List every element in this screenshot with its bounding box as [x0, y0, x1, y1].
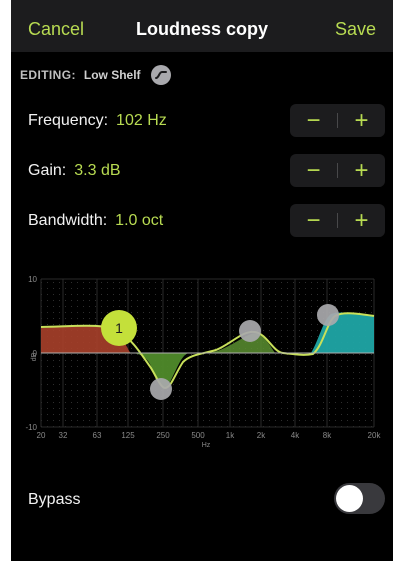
x-tick-label: 125: [121, 431, 135, 440]
filter-shape-icon[interactable]: [150, 65, 171, 85]
frequency-value: 102 Hz: [116, 112, 167, 129]
gain-stepper: − +: [290, 154, 385, 187]
bandwidth-label: Bandwidth:: [28, 212, 108, 229]
bandwidth-value: 1.0 oct: [115, 212, 164, 229]
x-unit-label: Hz: [202, 442, 211, 449]
band-2-node[interactable]: [150, 378, 172, 400]
frequency-label: Frequency:: [28, 112, 109, 129]
x-tick-label: 32: [59, 431, 68, 440]
frequency-stepper: − +: [290, 104, 385, 137]
x-tick-label: 4k: [291, 431, 300, 440]
eq-graph[interactable]: 10 0 -10 dB 20 32 63 125 250 500 1k 2k 4…: [11, 270, 393, 455]
bypass-row: Bypass: [28, 488, 80, 512]
x-tick-label: 250: [156, 431, 170, 440]
x-tick-label: 20: [37, 431, 46, 440]
navigation-bar: Cancel Loudness copy Save: [11, 0, 393, 52]
band-1-node-label: 1: [115, 320, 123, 336]
x-tick-label: 1k: [226, 431, 235, 440]
gain-row: Gain: 3.3 dB: [28, 159, 121, 183]
app-screen: Cancel Loudness copy Save EDITING: Low S…: [11, 0, 393, 561]
y-tick-label: 10: [28, 275, 37, 284]
x-tick-label: 63: [93, 431, 102, 440]
y-unit-label: dB: [31, 352, 38, 361]
bandwidth-decrement-button[interactable]: −: [290, 204, 337, 237]
gain-value: 3.3 dB: [74, 162, 121, 179]
frequency-decrement-button[interactable]: −: [290, 104, 337, 137]
x-tick-label: 2k: [257, 431, 266, 440]
gain-label: Gain:: [28, 162, 67, 179]
editing-label: EDITING:: [20, 68, 76, 82]
frequency-increment-button[interactable]: +: [338, 104, 385, 137]
frequency-row: Frequency: 102 Hz: [28, 109, 167, 133]
save-button[interactable]: Save: [335, 19, 376, 40]
bandwidth-increment-button[interactable]: +: [338, 204, 385, 237]
editing-band-name: Low Shelf: [83, 68, 141, 82]
bypass-label: Bypass: [28, 491, 81, 508]
bandwidth-stepper: − +: [290, 204, 385, 237]
gain-increment-button[interactable]: +: [338, 154, 385, 187]
band-3-node[interactable]: [239, 320, 261, 342]
x-tick-label: 500: [191, 431, 205, 440]
x-tick-label: 8k: [323, 431, 332, 440]
editing-band-row: EDITING: Low Shelf: [20, 65, 171, 85]
bandwidth-row: Bandwidth: 1.0 oct: [28, 209, 163, 233]
band-4-node[interactable]: [317, 304, 339, 326]
toggle-knob: [336, 485, 363, 512]
bypass-toggle[interactable]: [334, 483, 385, 514]
x-tick-label: 20k: [368, 431, 382, 440]
gain-decrement-button[interactable]: −: [290, 154, 337, 187]
